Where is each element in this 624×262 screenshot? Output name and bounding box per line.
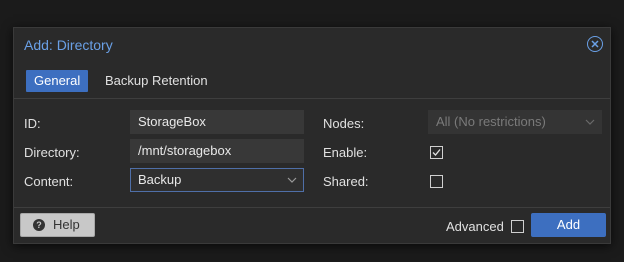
add-button[interactable]: Add bbox=[531, 213, 606, 237]
tab-general[interactable]: General bbox=[26, 70, 89, 92]
help-button-label: Help bbox=[53, 217, 80, 232]
close-icon bbox=[591, 40, 599, 48]
nodes-label: Nodes: bbox=[323, 116, 365, 131]
dialog-titlebar: Add: Directory bbox=[14, 28, 610, 62]
directory-label: Directory: bbox=[24, 145, 80, 160]
content-select[interactable]: Backup bbox=[130, 168, 304, 192]
enable-checkbox[interactable] bbox=[430, 146, 443, 159]
id-field[interactable]: StorageBox bbox=[130, 110, 304, 134]
content-select-value: Backup bbox=[138, 172, 182, 187]
dialog-title: Add: Directory bbox=[24, 37, 113, 53]
dialog-footer: ? Help Advanced Add bbox=[14, 207, 610, 243]
nodes-select: All (No restrictions) bbox=[428, 110, 602, 134]
advanced-checkbox[interactable] bbox=[511, 220, 524, 233]
id-label: ID: bbox=[24, 116, 41, 131]
directory-field[interactable]: /mnt/storagebox bbox=[130, 139, 304, 163]
close-button[interactable] bbox=[587, 36, 603, 52]
nodes-select-value: All (No restrictions) bbox=[436, 114, 546, 129]
tab-backup-retention[interactable]: Backup Retention bbox=[97, 70, 216, 92]
enable-label: Enable: bbox=[323, 145, 368, 160]
tab-bar: General Backup Retention bbox=[14, 64, 610, 99]
shared-checkbox[interactable] bbox=[430, 175, 443, 188]
help-button[interactable]: ? Help bbox=[20, 213, 95, 237]
advanced-label: Advanced bbox=[446, 219, 504, 234]
general-form: ID: StorageBox Directory: /mnt/storagebo… bbox=[14, 99, 610, 207]
chevron-down-icon bbox=[287, 177, 297, 183]
shared-label: Shared: bbox=[323, 174, 369, 189]
question-circle-icon: ? bbox=[33, 219, 45, 231]
add-directory-dialog: Add: Directory General Backup Retention … bbox=[13, 27, 611, 244]
content-label: Content: bbox=[24, 174, 74, 189]
check-icon bbox=[432, 149, 441, 156]
chevron-down-icon bbox=[585, 119, 595, 125]
